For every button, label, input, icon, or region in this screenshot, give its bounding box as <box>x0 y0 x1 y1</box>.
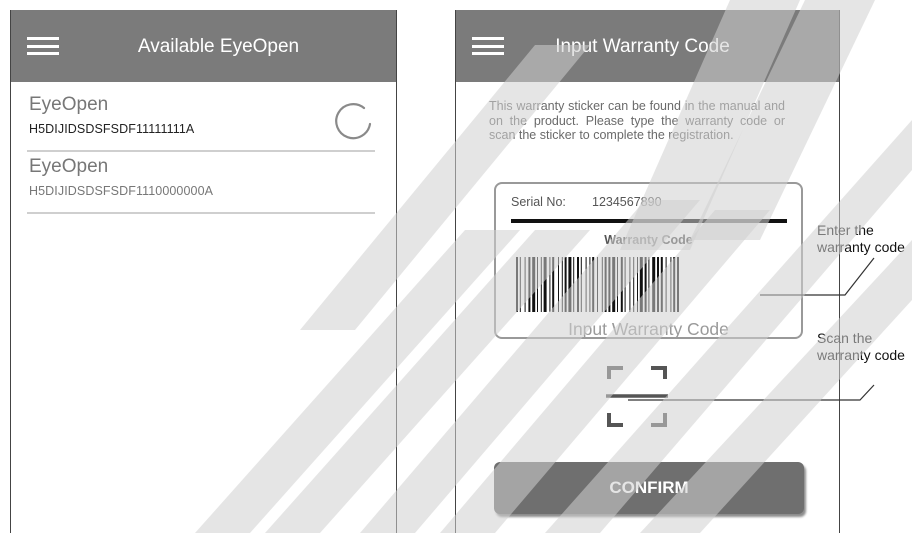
warranty-sticker: Serial No: 1234567890 Warranty Code Inpu… <box>494 182 803 339</box>
device-serial: H5DIJIDSDSFSDF1110000000A <box>29 184 214 198</box>
device-list-item[interactable]: EyeOpen H5DIJIDSDSFSDF11111111A <box>27 94 375 152</box>
serial-label: Serial No: <box>511 195 566 209</box>
barcode-icon <box>516 257 679 312</box>
warranty-code-screen: Input Warranty Code This warranty sticke… <box>455 10 840 533</box>
confirm-button[interactable]: CONFIRM <box>494 462 804 514</box>
warranty-code-input[interactable]: Input Warranty Code <box>496 319 801 340</box>
enter-code-annotation: Enter the warranty code <box>817 222 905 255</box>
loading-spinner-icon <box>335 103 372 140</box>
instructions-text: This warranty sticker can be found in th… <box>489 99 785 142</box>
device-name: EyeOpen <box>29 94 109 115</box>
sticker-divider <box>511 219 787 223</box>
device-name: EyeOpen <box>29 156 109 177</box>
screen-title: Input Warranty Code <box>555 36 730 57</box>
device-list-item[interactable]: EyeOpen H5DIJIDSDSFSDF1110000000A <box>27 156 375 214</box>
device-list-screen: Available EyeOpen EyeOpen H5DIJIDSDSFSDF… <box>10 10 397 533</box>
scan-frame-icon[interactable] <box>606 365 668 429</box>
serial-value: 1234567890 <box>592 195 662 209</box>
device-serial: H5DIJIDSDSFSDF11111111A <box>29 122 195 136</box>
scan-code-annotation: Scan the warranty code <box>817 330 905 363</box>
app-bar: Available EyeOpen <box>11 10 396 82</box>
warranty-code-caption: Warranty Code <box>604 233 693 247</box>
screen-title: Available EyeOpen <box>137 36 300 57</box>
app-bar: Input Warranty Code <box>456 10 839 82</box>
